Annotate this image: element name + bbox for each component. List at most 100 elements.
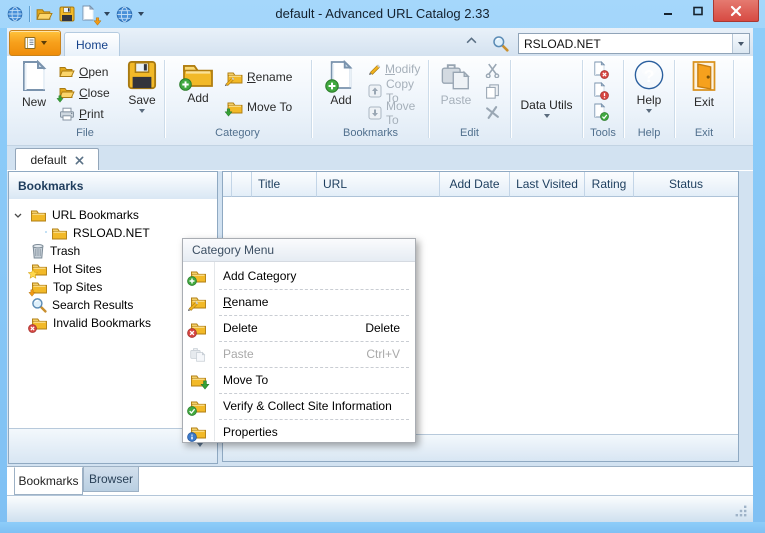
data-utils-dropdown-icon <box>543 114 550 118</box>
column-header-add-date[interactable]: Add Date <box>440 172 510 197</box>
folder-icon <box>51 226 68 240</box>
copy-button[interactable] <box>485 82 500 100</box>
column-header-title[interactable]: Title <box>252 172 317 197</box>
close-button[interactable] <box>713 0 759 22</box>
menu-shortcut: Ctrl+V <box>366 346 400 361</box>
trash-icon <box>31 243 45 259</box>
paste-button[interactable]: Paste <box>433 60 479 126</box>
application-menu-button[interactable] <box>9 30 61 56</box>
help-icon <box>634 60 664 90</box>
column-header-url[interactable]: URL <box>317 172 440 197</box>
folder-delete-icon <box>190 321 207 335</box>
ribbon-group-bookmarks: Add Modify Copy To Move To Bookmarks <box>312 57 429 143</box>
search-key-icon[interactable] <box>492 35 509 52</box>
tab-home-label: Home <box>75 38 108 52</box>
tab-home[interactable]: Home <box>64 32 120 57</box>
exit-button[interactable]: Exit <box>681 60 727 126</box>
save-icon <box>127 60 157 90</box>
column-header-last-visited[interactable]: Last Visited <box>510 172 585 197</box>
minimize-button[interactable] <box>653 0 683 21</box>
column-header-indicator[interactable] <box>223 172 232 197</box>
search-combobox[interactable]: RSLOAD.NET <box>518 33 750 54</box>
window-frame-left <box>0 28 7 533</box>
magnifier-icon <box>31 297 47 313</box>
delete-button[interactable] <box>485 103 500 121</box>
category-context-menu: Category Menu Add Category Rename Delete… <box>182 238 416 443</box>
folder-icon <box>31 280 48 294</box>
help-button[interactable]: Help <box>626 60 672 126</box>
verify-tool-button[interactable] <box>593 101 606 119</box>
tree-panel-title: Bookmarks <box>18 178 84 193</box>
print-button[interactable]: Print <box>59 105 104 123</box>
page-warning-icon <box>593 82 606 97</box>
menu-item-properties[interactable]: Properties <box>184 419 414 444</box>
move-to-bookmark-button[interactable]: Move To <box>368 99 429 127</box>
save-button[interactable]: Save <box>119 60 165 126</box>
page-error-icon <box>593 61 606 76</box>
group-caption-tools: Tools <box>590 127 616 139</box>
new-button[interactable]: New <box>11 60 57 126</box>
delete-x-icon <box>485 105 500 120</box>
group-separator <box>733 60 734 138</box>
maximize-button[interactable] <box>683 0 713 21</box>
document-tab-default[interactable]: default <box>15 148 99 171</box>
folder-icon <box>30 208 47 222</box>
tree-item-url-bookmarks[interactable]: URL Bookmarks <box>9 206 217 224</box>
ribbon-group-data-utils: Data Utils <box>511 57 582 143</box>
status-bar <box>7 495 753 522</box>
close-folder-icon <box>59 86 75 100</box>
ribbon-group-exit: Exit Exit <box>675 57 733 143</box>
rename-category-button[interactable]: Rename <box>227 68 292 86</box>
modify-bookmark-button[interactable]: Modify <box>368 60 420 78</box>
arrow-up-page-icon <box>368 84 382 98</box>
document-tab-close-icon[interactable] <box>75 156 84 165</box>
ribbon: New Open Close Print Save File Add Renam… <box>7 56 753 146</box>
app-menu-icon <box>23 36 37 50</box>
open-folder-icon <box>59 65 75 79</box>
menu-item-move-to[interactable]: Move To <box>184 367 414 392</box>
menu-item-verify-collect[interactable]: Verify & Collect Site Information <box>184 393 414 418</box>
column-header-status[interactable]: Status <box>634 172 738 197</box>
warning-tool-button[interactable] <box>593 80 606 98</box>
tree-selection-highlight <box>45 231 47 233</box>
group-caption-bookmarks: Bookmarks <box>342 127 399 139</box>
bottom-tab-browser[interactable]: Browser <box>83 467 139 492</box>
menu-item-paste[interactable]: Paste Ctrl+V <box>184 341 414 366</box>
invalid-check-tool-button[interactable] <box>593 59 606 77</box>
add-bookmark-button[interactable]: Add <box>318 60 364 126</box>
ribbon-group-file: New Open Close Print Save File <box>7 57 163 143</box>
copy-to-bookmark-button[interactable]: Copy To <box>368 77 429 105</box>
paste-icon <box>441 60 471 90</box>
cut-button[interactable] <box>485 61 500 79</box>
bottom-tab-bookmarks[interactable]: Bookmarks <box>14 467 83 495</box>
copy-icon <box>485 84 500 99</box>
add-category-button[interactable]: Add <box>175 60 221 126</box>
menu-item-add-category[interactable]: Add Category <box>184 263 414 288</box>
scissors-icon <box>485 63 500 78</box>
folder-properties-icon <box>190 425 207 439</box>
close-button-file[interactable]: Close <box>59 84 110 102</box>
move-to-category-button[interactable]: Move To <box>227 98 292 116</box>
menu-shortcut: Delete <box>365 320 400 335</box>
search-combobox-value[interactable]: RSLOAD.NET <box>519 37 732 51</box>
column-header-icon[interactable] <box>232 172 252 197</box>
folder-verify-icon <box>190 399 207 413</box>
chevron-down-icon[interactable] <box>14 210 24 220</box>
window-frame-bottom <box>0 522 765 533</box>
group-caption-help: Help <box>637 127 661 139</box>
collapse-ribbon-icon[interactable] <box>466 37 478 47</box>
resize-grip[interactable] <box>735 505 748 518</box>
data-utils-button[interactable]: Data Utils <box>514 60 579 126</box>
app-window: default - Advanced URL Catalog 2.33 Home… <box>0 0 765 533</box>
bottom-tab-row: Bookmarks Browser <box>7 466 753 495</box>
menu-item-delete[interactable]: Delete Delete <box>184 315 414 340</box>
folder-pencil-icon <box>227 70 243 84</box>
open-button[interactable]: Open <box>59 63 108 81</box>
printer-icon <box>59 107 75 121</box>
folder-pencil-icon <box>190 295 207 309</box>
group-caption-exit: Exit <box>694 127 714 139</box>
menu-item-rename[interactable]: Rename <box>184 289 414 314</box>
ribbon-group-help: Help Help <box>624 57 674 143</box>
search-combobox-dropdown[interactable] <box>732 34 749 53</box>
column-header-rating[interactable]: Rating <box>585 172 634 197</box>
